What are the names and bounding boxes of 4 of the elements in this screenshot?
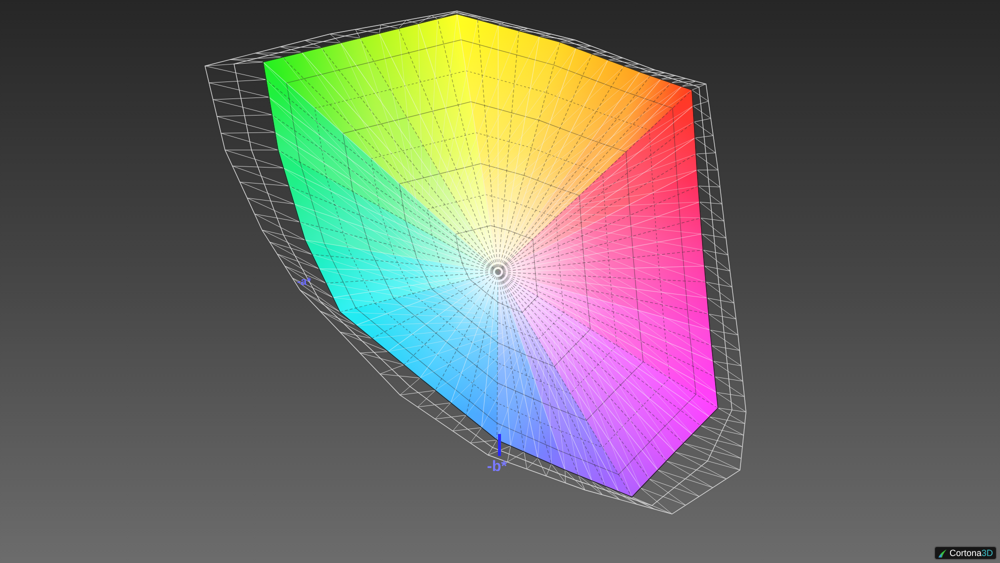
- axis-tick-icon: [498, 434, 501, 456]
- axis-label: -b*: [487, 459, 507, 474]
- logo-text: Cortona3D: [949, 548, 993, 558]
- logo-icon: [938, 548, 948, 558]
